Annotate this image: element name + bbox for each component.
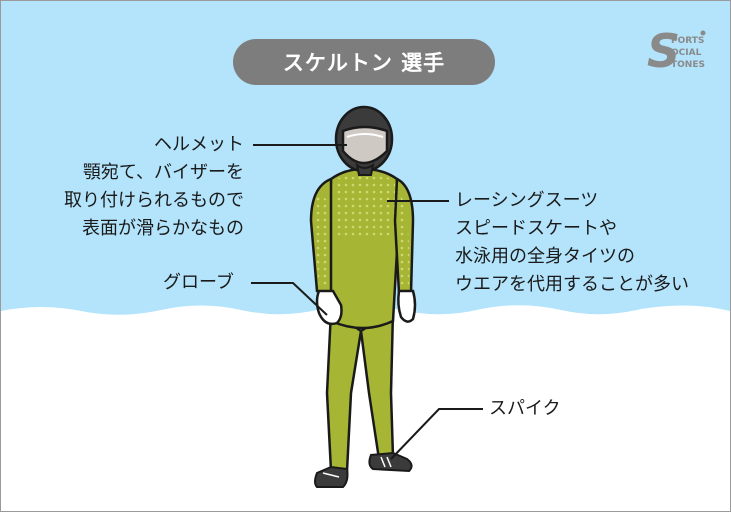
helmet-visor: [341, 125, 389, 165]
suit-dot-pattern: [333, 173, 395, 239]
helmet-label-line-4: 表面が滑らかなもの: [82, 218, 244, 239]
diagram-frame: スケルトン 選手 S PORTS OCIAL TONES ヘルメット 顎宛て、バ…: [0, 0, 731, 512]
helmet-label-line-3: 取り付けられるもので: [64, 190, 244, 211]
suit-label: レーシングスーツ スピードスケートや 水泳用の全身タイツの ウエアを代用すること…: [455, 187, 689, 299]
suit-label-line-3: 水泳用の全身タイツの: [455, 246, 635, 267]
spike-label: スパイク: [489, 398, 561, 419]
suit-label-line-4: ウエアを代用することが多い: [455, 274, 689, 295]
suit-label-line-2: スピードスケートや: [455, 218, 617, 239]
spike-leader-line: [390, 408, 483, 460]
right-glove: [397, 289, 417, 323]
glove-label: グローブ: [163, 272, 234, 293]
helmet-label-line-2: 顎宛て、バイザーを: [82, 162, 244, 183]
left-spike-shoe: [314, 465, 349, 488]
right-spike-shoe: [368, 451, 413, 473]
suit-label-line-1: レーシングスーツ: [455, 190, 599, 211]
helmet-label: ヘルメット 顎宛て、バイザーを 取り付けられるもので 表面が滑らかなもの: [64, 131, 244, 243]
helmet-label-line-1: ヘルメット: [154, 134, 244, 155]
left-leg: [325, 308, 363, 473]
right-leg: [359, 308, 395, 461]
